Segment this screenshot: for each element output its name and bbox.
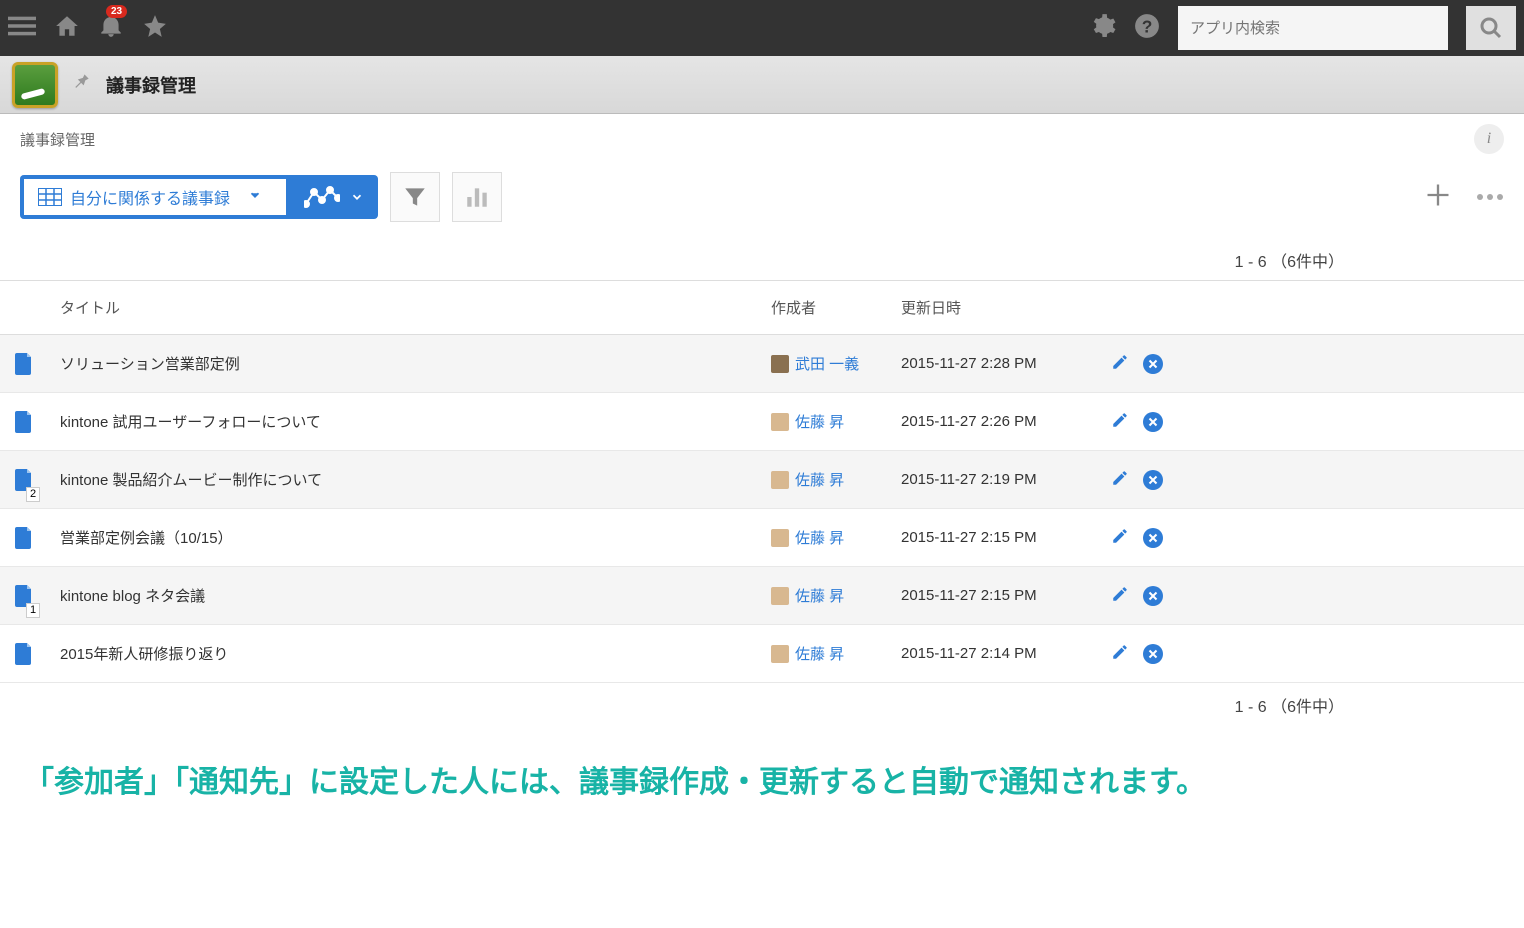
avatar <box>771 471 789 489</box>
delete-icon[interactable] <box>1143 644 1163 664</box>
edit-icon[interactable] <box>1111 585 1129 607</box>
graph-icon <box>304 186 340 208</box>
graph-view-button[interactable] <box>290 176 378 218</box>
add-button[interactable] <box>1424 181 1452 214</box>
author-cell[interactable]: 佐藤 昇 <box>759 469 889 490</box>
search-input[interactable] <box>1178 6 1448 50</box>
avatar <box>771 587 789 605</box>
delete-icon[interactable] <box>1143 470 1163 490</box>
date-cell: 2015-11-27 2:15 PM <box>889 529 1099 546</box>
date-cell: 2015-11-27 2:28 PM <box>889 355 1099 372</box>
help-icon[interactable]: ? <box>1134 13 1160 44</box>
col-title[interactable]: タイトル <box>48 281 759 334</box>
more-button[interactable] <box>1476 188 1504 206</box>
edit-icon[interactable] <box>1111 527 1129 549</box>
title-cell: ソリューション営業部定例 <box>48 353 759 374</box>
title-cell: kintone 試用ユーザーフォローについて <box>48 411 759 432</box>
view-label: 自分に関係する議事録 <box>70 185 230 209</box>
avatar <box>771 529 789 547</box>
topbar: 23 ? <box>0 0 1524 56</box>
chart-button[interactable] <box>452 172 502 222</box>
doc-badge: 2 <box>26 487 40 502</box>
edit-icon[interactable] <box>1111 353 1129 375</box>
star-icon[interactable] <box>142 13 168 44</box>
records-table: タイトル 作成者 更新日時 ソリューション営業部定例 武田 一義 2015-11… <box>0 280 1524 683</box>
pagination-bottom: 1 - 6 （6件中） <box>0 683 1524 737</box>
doc-icon[interactable] <box>0 527 48 549</box>
author-cell[interactable]: 武田 一義 <box>759 353 889 374</box>
menu-icon[interactable] <box>8 12 36 45</box>
breadcrumb: 議事録管理 <box>20 129 95 150</box>
funnel-icon <box>402 184 428 210</box>
author-cell[interactable]: 佐藤 昇 <box>759 643 889 664</box>
author-link[interactable]: 佐藤 昇 <box>795 469 844 490</box>
table-row[interactable]: 2 kintone 製品紹介ムービー制作について 佐藤 昇 2015-11-27… <box>0 451 1524 509</box>
doc-icon[interactable]: 1 <box>0 585 48 607</box>
doc-icon[interactable]: 2 <box>0 469 48 491</box>
pagination-top: 1 - 6 （6件中） <box>0 242 1524 280</box>
col-updated[interactable]: 更新日時 <box>889 281 1099 334</box>
author-cell[interactable]: 佐藤 昇 <box>759 411 889 432</box>
date-cell: 2015-11-27 2:19 PM <box>889 471 1099 488</box>
author-cell[interactable]: 佐藤 昇 <box>759 585 889 606</box>
title-cell: kintone blog ネタ会議 <box>48 585 759 606</box>
delete-icon[interactable] <box>1143 354 1163 374</box>
avatar <box>771 645 789 663</box>
delete-icon[interactable] <box>1143 528 1163 548</box>
author-link[interactable]: 佐藤 昇 <box>795 643 844 664</box>
table-row[interactable]: 営業部定例会議（10/15） 佐藤 昇 2015-11-27 2:15 PM <box>0 509 1524 567</box>
delete-icon[interactable] <box>1143 412 1163 432</box>
title-cell: 営業部定例会議（10/15） <box>48 527 759 548</box>
chevron-down-icon <box>350 190 364 204</box>
author-link[interactable]: 佐藤 昇 <box>795 527 844 548</box>
title-cell: kintone 製品紹介ムービー制作について <box>48 469 759 490</box>
author-link[interactable]: 佐藤 昇 <box>795 411 844 432</box>
breadcrumb-row: 議事録管理 i <box>0 114 1524 164</box>
filter-button[interactable] <box>390 172 440 222</box>
author-link[interactable]: 武田 一義 <box>795 353 859 374</box>
view-selector[interactable]: 自分に関係する議事録 <box>20 175 378 219</box>
doc-icon[interactable] <box>0 411 48 433</box>
table-row[interactable]: 1 kintone blog ネタ会議 佐藤 昇 2015-11-27 2:15… <box>0 567 1524 625</box>
doc-icon[interactable] <box>0 353 48 375</box>
chevron-down-icon <box>238 188 272 207</box>
title-cell: 2015年新人研修振り返り <box>48 643 759 664</box>
gear-icon[interactable] <box>1090 13 1116 44</box>
app-logo <box>12 62 58 108</box>
table-row[interactable]: ソリューション営業部定例 武田 一義 2015-11-27 2:28 PM <box>0 335 1524 393</box>
doc-icon[interactable] <box>0 643 48 665</box>
author-cell[interactable]: 佐藤 昇 <box>759 527 889 548</box>
app-header: 議事録管理 <box>0 56 1524 114</box>
bell-icon[interactable]: 23 <box>98 13 124 44</box>
date-cell: 2015-11-27 2:14 PM <box>889 645 1099 662</box>
avatar <box>771 413 789 431</box>
svg-text:?: ? <box>1142 16 1153 36</box>
date-cell: 2015-11-27 2:26 PM <box>889 413 1099 430</box>
info-icon[interactable]: i <box>1474 124 1504 154</box>
edit-icon[interactable] <box>1111 643 1129 665</box>
table-row[interactable]: 2015年新人研修振り返り 佐藤 昇 2015-11-27 2:14 PM <box>0 625 1524 683</box>
date-cell: 2015-11-27 2:15 PM <box>889 587 1099 604</box>
table-icon <box>38 188 62 206</box>
edit-icon[interactable] <box>1111 411 1129 433</box>
table-header: タイトル 作成者 更新日時 <box>0 281 1524 335</box>
bar-chart-icon <box>464 184 490 210</box>
notification-badge: 23 <box>106 5 127 18</box>
avatar <box>771 355 789 373</box>
pin-icon[interactable] <box>72 72 92 97</box>
home-icon[interactable] <box>54 13 80 44</box>
delete-icon[interactable] <box>1143 586 1163 606</box>
app-title: 議事録管理 <box>106 72 196 98</box>
doc-badge: 1 <box>26 603 40 618</box>
author-link[interactable]: 佐藤 昇 <box>795 585 844 606</box>
note-text: 「参加者」「通知先」に設定した人には、議事録作成・更新すると自動で通知されます。 <box>0 737 1524 831</box>
toolbar: 自分に関係する議事録 <box>0 164 1524 242</box>
table-row[interactable]: kintone 試用ユーザーフォローについて 佐藤 昇 2015-11-27 2… <box>0 393 1524 451</box>
search-button[interactable] <box>1466 6 1516 50</box>
col-author[interactable]: 作成者 <box>759 281 889 334</box>
edit-icon[interactable] <box>1111 469 1129 491</box>
